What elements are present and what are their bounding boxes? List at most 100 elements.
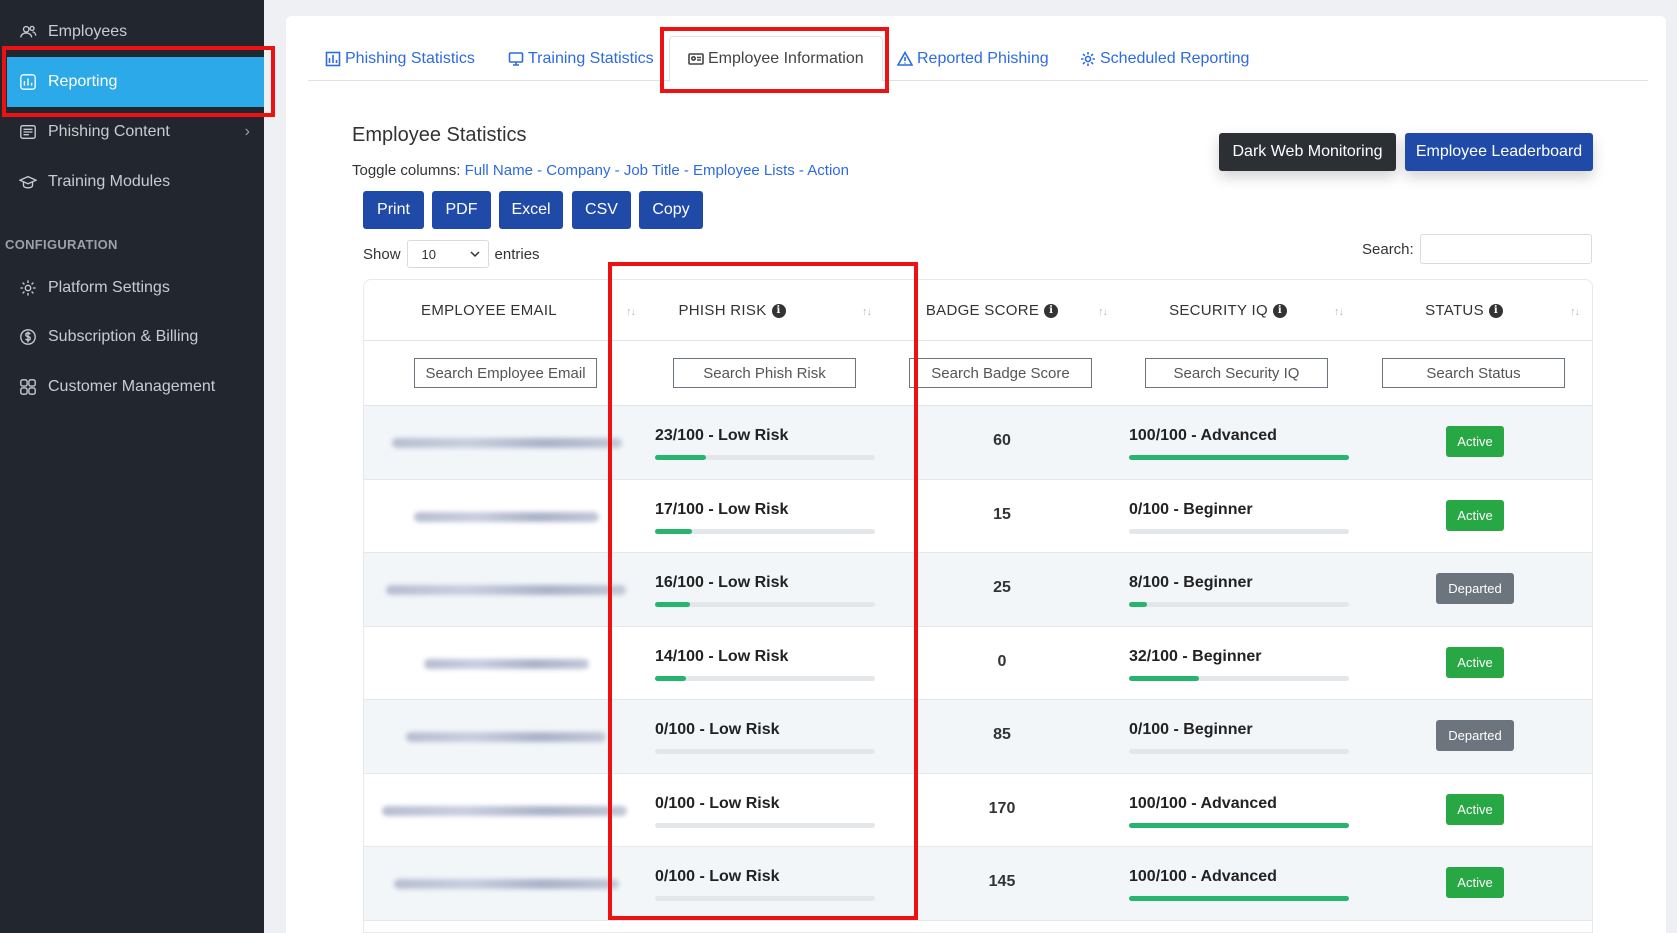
sidebar-item-label: Platform Settings — [48, 279, 170, 296]
security-iq-bar — [1129, 602, 1349, 607]
sidebar-item-phishing-content[interactable]: Phishing Content › — [0, 107, 264, 157]
table-row[interactable]: 23/100 - Low Risk 60 100/100 - Advanced Act… — [364, 406, 1592, 480]
employee-leaderboard-button[interactable]: Employee Leaderboard — [1405, 133, 1593, 171]
monitor-icon — [508, 51, 524, 67]
badge-score-value: 15 — [993, 505, 1011, 523]
info-icon[interactable]: i — [1044, 303, 1059, 318]
copy-button[interactable]: Copy — [639, 191, 703, 229]
toggle-company[interactable]: Company — [546, 162, 610, 179]
warning-icon — [897, 50, 913, 67]
sidebar-item-training-modules[interactable]: Training Modules — [0, 157, 264, 207]
status-badge: Active — [1446, 646, 1504, 678]
info-icon[interactable]: i — [1488, 303, 1503, 318]
toggle-full-name[interactable]: Full Name — [465, 162, 533, 179]
info-icon[interactable]: i — [1272, 303, 1287, 318]
column-header-security-iq[interactable]: SECURITY IQ i — [1110, 280, 1346, 341]
status-badge: Active — [1446, 499, 1504, 531]
entries-select[interactable]: 10 — [406, 240, 489, 268]
info-icon[interactable]: i — [771, 303, 786, 318]
phish-risk-label: 17/100 - Low Risk — [655, 500, 789, 518]
security-iq-label: 8/100 - Beginner — [1129, 574, 1253, 591]
search-status-input[interactable]: Search Status — [1382, 358, 1565, 388]
sort-icon[interactable]: ↑↓ — [862, 306, 872, 318]
security-iq-label: 32/100 - Beginner — [1129, 647, 1262, 665]
toggle-prefix: Toggle columns: — [352, 162, 461, 179]
status-badge: Active — [1446, 793, 1504, 825]
table-row[interactable]: 0/100 - Low Risk 85 0/100 - Beginner Depart… — [364, 700, 1592, 774]
security-iq-bar — [1129, 896, 1349, 901]
tab-label: Reported Phishing — [917, 49, 1049, 67]
table-row[interactable]: 16/100 - Low Risk 25 8/100 - Beginner Depar… — [364, 553, 1592, 627]
toggle-employee-lists[interactable]: Employee Lists — [693, 162, 795, 179]
table-row[interactable]: 0/100 - Low Risk 170 100/100 - Advanced Act… — [364, 774, 1592, 847]
security-iq-fill — [1129, 602, 1147, 607]
print-button[interactable]: Print — [363, 191, 424, 229]
toggle-job-title[interactable]: Job Title — [624, 162, 680, 179]
sort-icon[interactable]: ↑↓ — [1098, 306, 1108, 318]
gear-icon — [1080, 51, 1096, 67]
toggle-separator: - — [679, 162, 694, 179]
sidebar-item-reporting[interactable]: Reporting — [7, 57, 264, 107]
tab-label: Phishing Statistics — [345, 49, 475, 67]
gear-icon — [18, 278, 38, 298]
employee-email-redacted — [424, 658, 589, 669]
tab-label: Scheduled Reporting — [1100, 49, 1250, 67]
employee-email-redacted — [392, 438, 622, 448]
tab-bar: Phishing Statistics Training Statistics … — [308, 36, 1648, 82]
column-header-phish-risk[interactable]: PHISH RISK i — [614, 280, 850, 341]
sidebar-item-label: Customer Management — [48, 378, 216, 395]
phish-risk-fill — [655, 528, 693, 534]
column-header-email[interactable]: EMPLOYEE EMAIL — [364, 280, 614, 341]
employee-email-redacted — [406, 732, 606, 742]
bar-chart-icon — [325, 51, 341, 67]
tab-employee-information[interactable]: Employee Information — [669, 36, 883, 82]
sidebar-item-platform-settings[interactable]: Platform Settings — [0, 263, 264, 313]
tab-scheduled-reporting[interactable]: Scheduled Reporting — [1080, 36, 1249, 81]
tab-training-statistics[interactable]: Training Statistics — [508, 36, 654, 81]
chart-icon — [18, 72, 38, 92]
badge-score-value: 170 — [988, 799, 1016, 817]
table-row[interactable]: 0/100 - Low Risk 145 100/100 - Advanced Act… — [364, 847, 1592, 921]
search-badge-score-input[interactable]: Search Badge Score — [909, 358, 1092, 388]
search-security-iq-input[interactable]: Search Security IQ — [1145, 358, 1328, 388]
header-label: EMPLOYEE EMAIL — [421, 302, 557, 319]
id-card-icon — [688, 51, 704, 67]
pdf-button[interactable]: PDF — [432, 191, 491, 229]
sidebar-item-subscription-billing[interactable]: Subscription & Billing — [0, 312, 264, 362]
search-label: Search: — [1362, 240, 1414, 258]
sidebar-item-customer-management[interactable]: Customer Management — [0, 362, 264, 412]
phish-risk-label: 0/100 - Low Risk — [655, 721, 780, 738]
users-icon — [18, 22, 38, 42]
sort-icon[interactable]: ↑↓ — [1570, 306, 1580, 318]
dark-web-monitoring-button[interactable]: Dark Web Monitoring — [1219, 133, 1396, 171]
phish-risk-bar — [655, 896, 875, 901]
phish-risk-bar — [655, 602, 875, 607]
toggle-separator: - — [532, 162, 547, 179]
security-iq-fill — [1129, 896, 1349, 901]
phish-risk-label: 16/100 - Low Risk — [655, 574, 789, 591]
column-header-status[interactable]: STATUS i — [1346, 280, 1582, 341]
sort-icon[interactable]: ↑↓ — [1334, 306, 1344, 318]
excel-button[interactable]: Excel — [499, 191, 563, 229]
header-label: BADGE SCORE — [925, 302, 1040, 319]
phish-risk-label: 23/100 - Low Risk — [655, 427, 789, 444]
security-iq-label: 0/100 - Beginner — [1129, 721, 1253, 738]
search-phish-risk-input[interactable]: Search Phish Risk — [673, 358, 856, 388]
tab-phishing-statistics[interactable]: Phishing Statistics — [325, 36, 475, 81]
sidebar-item-employees[interactable]: Employees — [0, 7, 264, 57]
phish-risk-bar — [655, 749, 875, 754]
search-employee-email-input[interactable]: Search Employee Email — [414, 358, 597, 388]
sidebar-item-label: Training Modules — [48, 173, 171, 190]
search-input[interactable] — [1419, 234, 1592, 264]
table-row[interactable]: 17/100 - Low Risk 15 0/100 - Beginner Activ… — [364, 480, 1592, 553]
csv-button[interactable]: CSV — [572, 191, 631, 229]
table-row[interactable]: 14/100 - Low Risk 0 32/100 - Beginner Activ… — [364, 627, 1592, 700]
sidebar-section-label: CONFIGURATION — [5, 237, 118, 252]
tab-label: Training Statistics — [528, 49, 654, 67]
tab-reported-phishing[interactable]: Reported Phishing — [897, 36, 1049, 81]
security-iq-fill — [1129, 822, 1349, 828]
sidebar-item-label: Subscription & Billing — [48, 328, 199, 345]
column-header-badge-score[interactable]: BADGE SCORE i — [874, 280, 1110, 341]
toggle-action[interactable]: Action — [807, 162, 849, 179]
security-iq-fill — [1129, 455, 1349, 460]
